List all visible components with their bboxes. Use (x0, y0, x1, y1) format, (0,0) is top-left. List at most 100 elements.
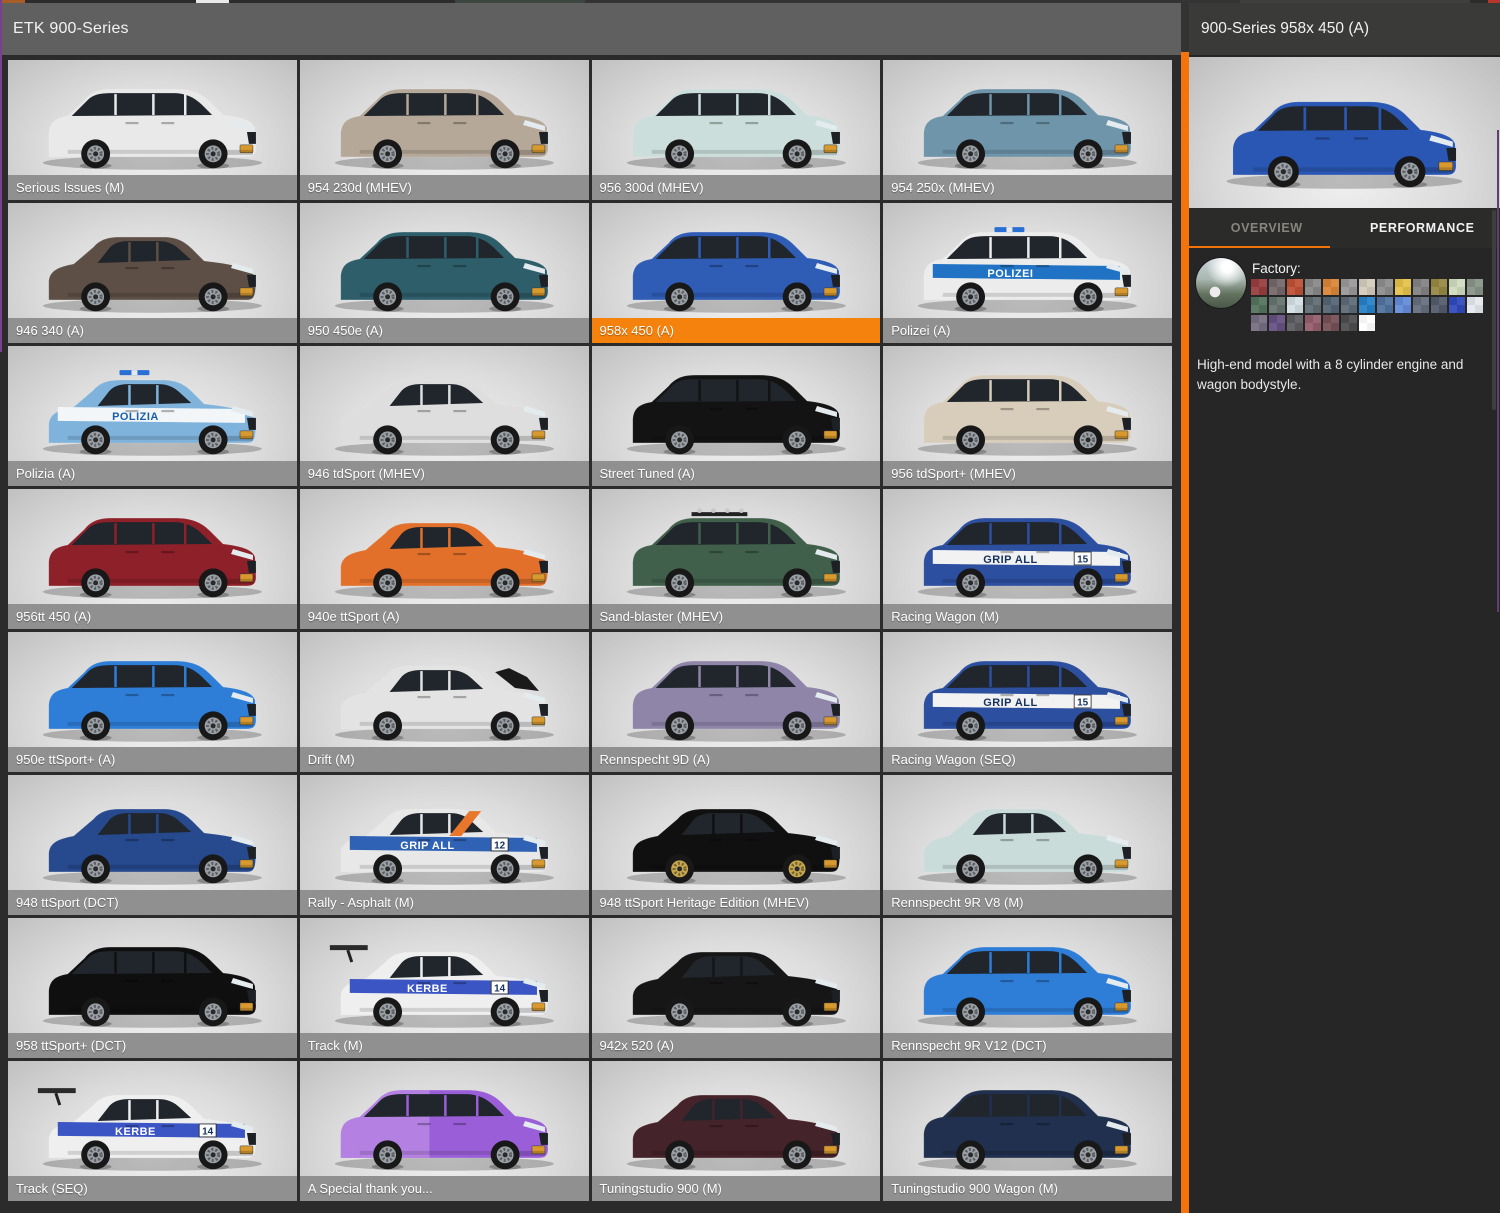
color-swatch[interactable] (1359, 279, 1375, 295)
config-card[interactable]: 958 ttSport+ (DCT) (8, 918, 297, 1058)
color-swatch[interactable] (1323, 297, 1339, 313)
color-swatch[interactable] (1269, 297, 1285, 313)
config-card[interactable]: Drift (M) (300, 632, 589, 772)
car-illustration (592, 60, 881, 175)
config-card[interactable]: 950 450e (A) (300, 203, 589, 343)
color-swatch[interactable] (1449, 297, 1465, 313)
color-swatch[interactable] (1467, 297, 1483, 313)
config-card[interactable]: A Special thank you... (300, 1061, 589, 1201)
color-swatch[interactable] (1269, 279, 1285, 295)
config-card[interactable]: Rennspecht 9R V12 (DCT) (883, 918, 1172, 1058)
color-swatch[interactable] (1413, 279, 1429, 295)
car-illustration: POLIZEI (883, 203, 1172, 318)
car-illustration (300, 1061, 589, 1176)
factory-thumbnail[interactable] (1196, 258, 1246, 308)
config-card[interactable]: 946 340 (A) (8, 203, 297, 343)
car-illustration: GRIP ALL15 (883, 489, 1172, 604)
svg-text:GRIP ALL: GRIP ALL (400, 840, 454, 852)
color-swatch[interactable] (1251, 315, 1267, 331)
config-card[interactable]: Rennspecht 9D (A) (592, 632, 881, 772)
svg-text:KERBE: KERBE (115, 1126, 156, 1138)
config-card-label: 958 ttSport+ (DCT) (8, 1033, 297, 1058)
config-card[interactable]: Rennspecht 9R V8 (M) (883, 775, 1172, 915)
color-swatch[interactable] (1341, 297, 1357, 313)
color-swatch[interactable] (1377, 279, 1393, 295)
color-swatch[interactable] (1323, 315, 1339, 331)
color-swatch[interactable] (1395, 279, 1411, 295)
config-card[interactable]: GRIP ALL15 Racing Wagon (M) (883, 489, 1172, 629)
color-swatch[interactable] (1341, 315, 1357, 331)
color-swatch[interactable] (1467, 279, 1483, 295)
panel-scrollbar[interactable] (1492, 210, 1496, 410)
config-car-image (300, 60, 589, 175)
config-card[interactable]: Sand-blaster (MHEV) (592, 489, 881, 629)
color-swatch[interactable] (1359, 297, 1375, 313)
config-car-image: KERBE 14 (8, 1061, 297, 1176)
config-card[interactable]: 946 tdSport (MHEV) (300, 346, 589, 486)
color-swatch[interactable] (1413, 297, 1429, 313)
config-card[interactable]: POLIZEI Polizei (A) (883, 203, 1172, 343)
car-illustration (300, 489, 589, 604)
color-swatch[interactable] (1305, 279, 1321, 295)
factory-label: Factory: (1252, 261, 1301, 276)
color-swatch[interactable] (1395, 297, 1411, 313)
color-swatch[interactable] (1323, 279, 1339, 295)
config-card[interactable]: Tuningstudio 900 (M) (592, 1061, 881, 1201)
config-card[interactable]: Tuningstudio 900 Wagon (M) (883, 1061, 1172, 1201)
car-illustration (1189, 57, 1500, 208)
color-swatch[interactable] (1305, 315, 1321, 331)
svg-text:14: 14 (202, 1126, 214, 1137)
car-illustration (883, 346, 1172, 461)
config-card[interactable]: KERBE14 Track (SEQ) (8, 1061, 297, 1201)
color-swatch[interactable] (1269, 315, 1285, 331)
color-swatch[interactable] (1377, 297, 1393, 313)
config-card[interactable]: 954 250x (MHEV) (883, 60, 1172, 200)
color-swatch[interactable] (1359, 315, 1375, 331)
color-swatch[interactable] (1449, 279, 1465, 295)
color-swatch[interactable] (1251, 297, 1267, 313)
color-swatch[interactable] (1431, 279, 1447, 295)
car-illustration (300, 203, 589, 318)
config-card[interactable]: 948 ttSport (DCT) (8, 775, 297, 915)
color-swatch[interactable] (1287, 315, 1303, 331)
config-card[interactable]: 948 ttSport Heritage Edition (MHEV) (592, 775, 881, 915)
config-card-label: 954 250x (MHEV) (883, 175, 1172, 200)
config-card[interactable]: 942x 520 (A) (592, 918, 881, 1058)
svg-text:15: 15 (1077, 697, 1089, 708)
detail-panel-header: 900-Series 958x 450 (A) (1189, 3, 1500, 55)
config-card[interactable]: 954 230d (MHEV) (300, 60, 589, 200)
panel-divider-accent (1181, 52, 1189, 1213)
config-car-image (592, 346, 881, 461)
color-swatch[interactable] (1341, 279, 1357, 295)
config-card[interactable]: Street Tuned (A) (592, 346, 881, 486)
config-card[interactable]: 956tt 450 (A) (8, 489, 297, 629)
config-card[interactable]: GRIP ALL15 Racing Wagon (SEQ) (883, 632, 1172, 772)
vehicle-description: High-end model with a 8 cylinder engine … (1197, 355, 1482, 394)
color-swatch[interactable] (1431, 297, 1447, 313)
config-car-image (8, 632, 297, 747)
svg-text:POLIZEI: POLIZEI (988, 268, 1034, 280)
config-card[interactable]: 940e ttSport (A) (300, 489, 589, 629)
config-card-label: A Special thank you... (300, 1176, 589, 1201)
config-car-image (300, 632, 589, 747)
config-card[interactable]: GRIP ALL12 Rally - Asphalt (M) (300, 775, 589, 915)
car-illustration (592, 775, 881, 890)
car-illustration: GRIP ALL15 (883, 632, 1172, 747)
config-card[interactable]: 950e ttSport+ (A) (8, 632, 297, 772)
tab-performance[interactable]: PERFORMANCE (1345, 208, 1500, 248)
car-illustration: KERBE 14 (8, 1061, 297, 1176)
config-card-label: Racing Wagon (SEQ) (883, 747, 1172, 772)
car-illustration (592, 632, 881, 747)
config-card[interactable]: 958x 450 (A) (592, 203, 881, 343)
color-swatch[interactable] (1287, 297, 1303, 313)
tab-overview[interactable]: OVERVIEW (1189, 208, 1345, 248)
color-swatch[interactable] (1305, 297, 1321, 313)
config-card[interactable]: Serious Issues (M) (8, 60, 297, 200)
config-card[interactable]: KERBE14 Track (M) (300, 918, 589, 1058)
config-car-image: POLIZIA (8, 346, 297, 461)
color-swatch[interactable] (1287, 279, 1303, 295)
config-card[interactable]: 956 tdSport+ (MHEV) (883, 346, 1172, 486)
color-swatch[interactable] (1251, 279, 1267, 295)
config-card[interactable]: 956 300d (MHEV) (592, 60, 881, 200)
config-card[interactable]: POLIZIA Polizia (A) (8, 346, 297, 486)
